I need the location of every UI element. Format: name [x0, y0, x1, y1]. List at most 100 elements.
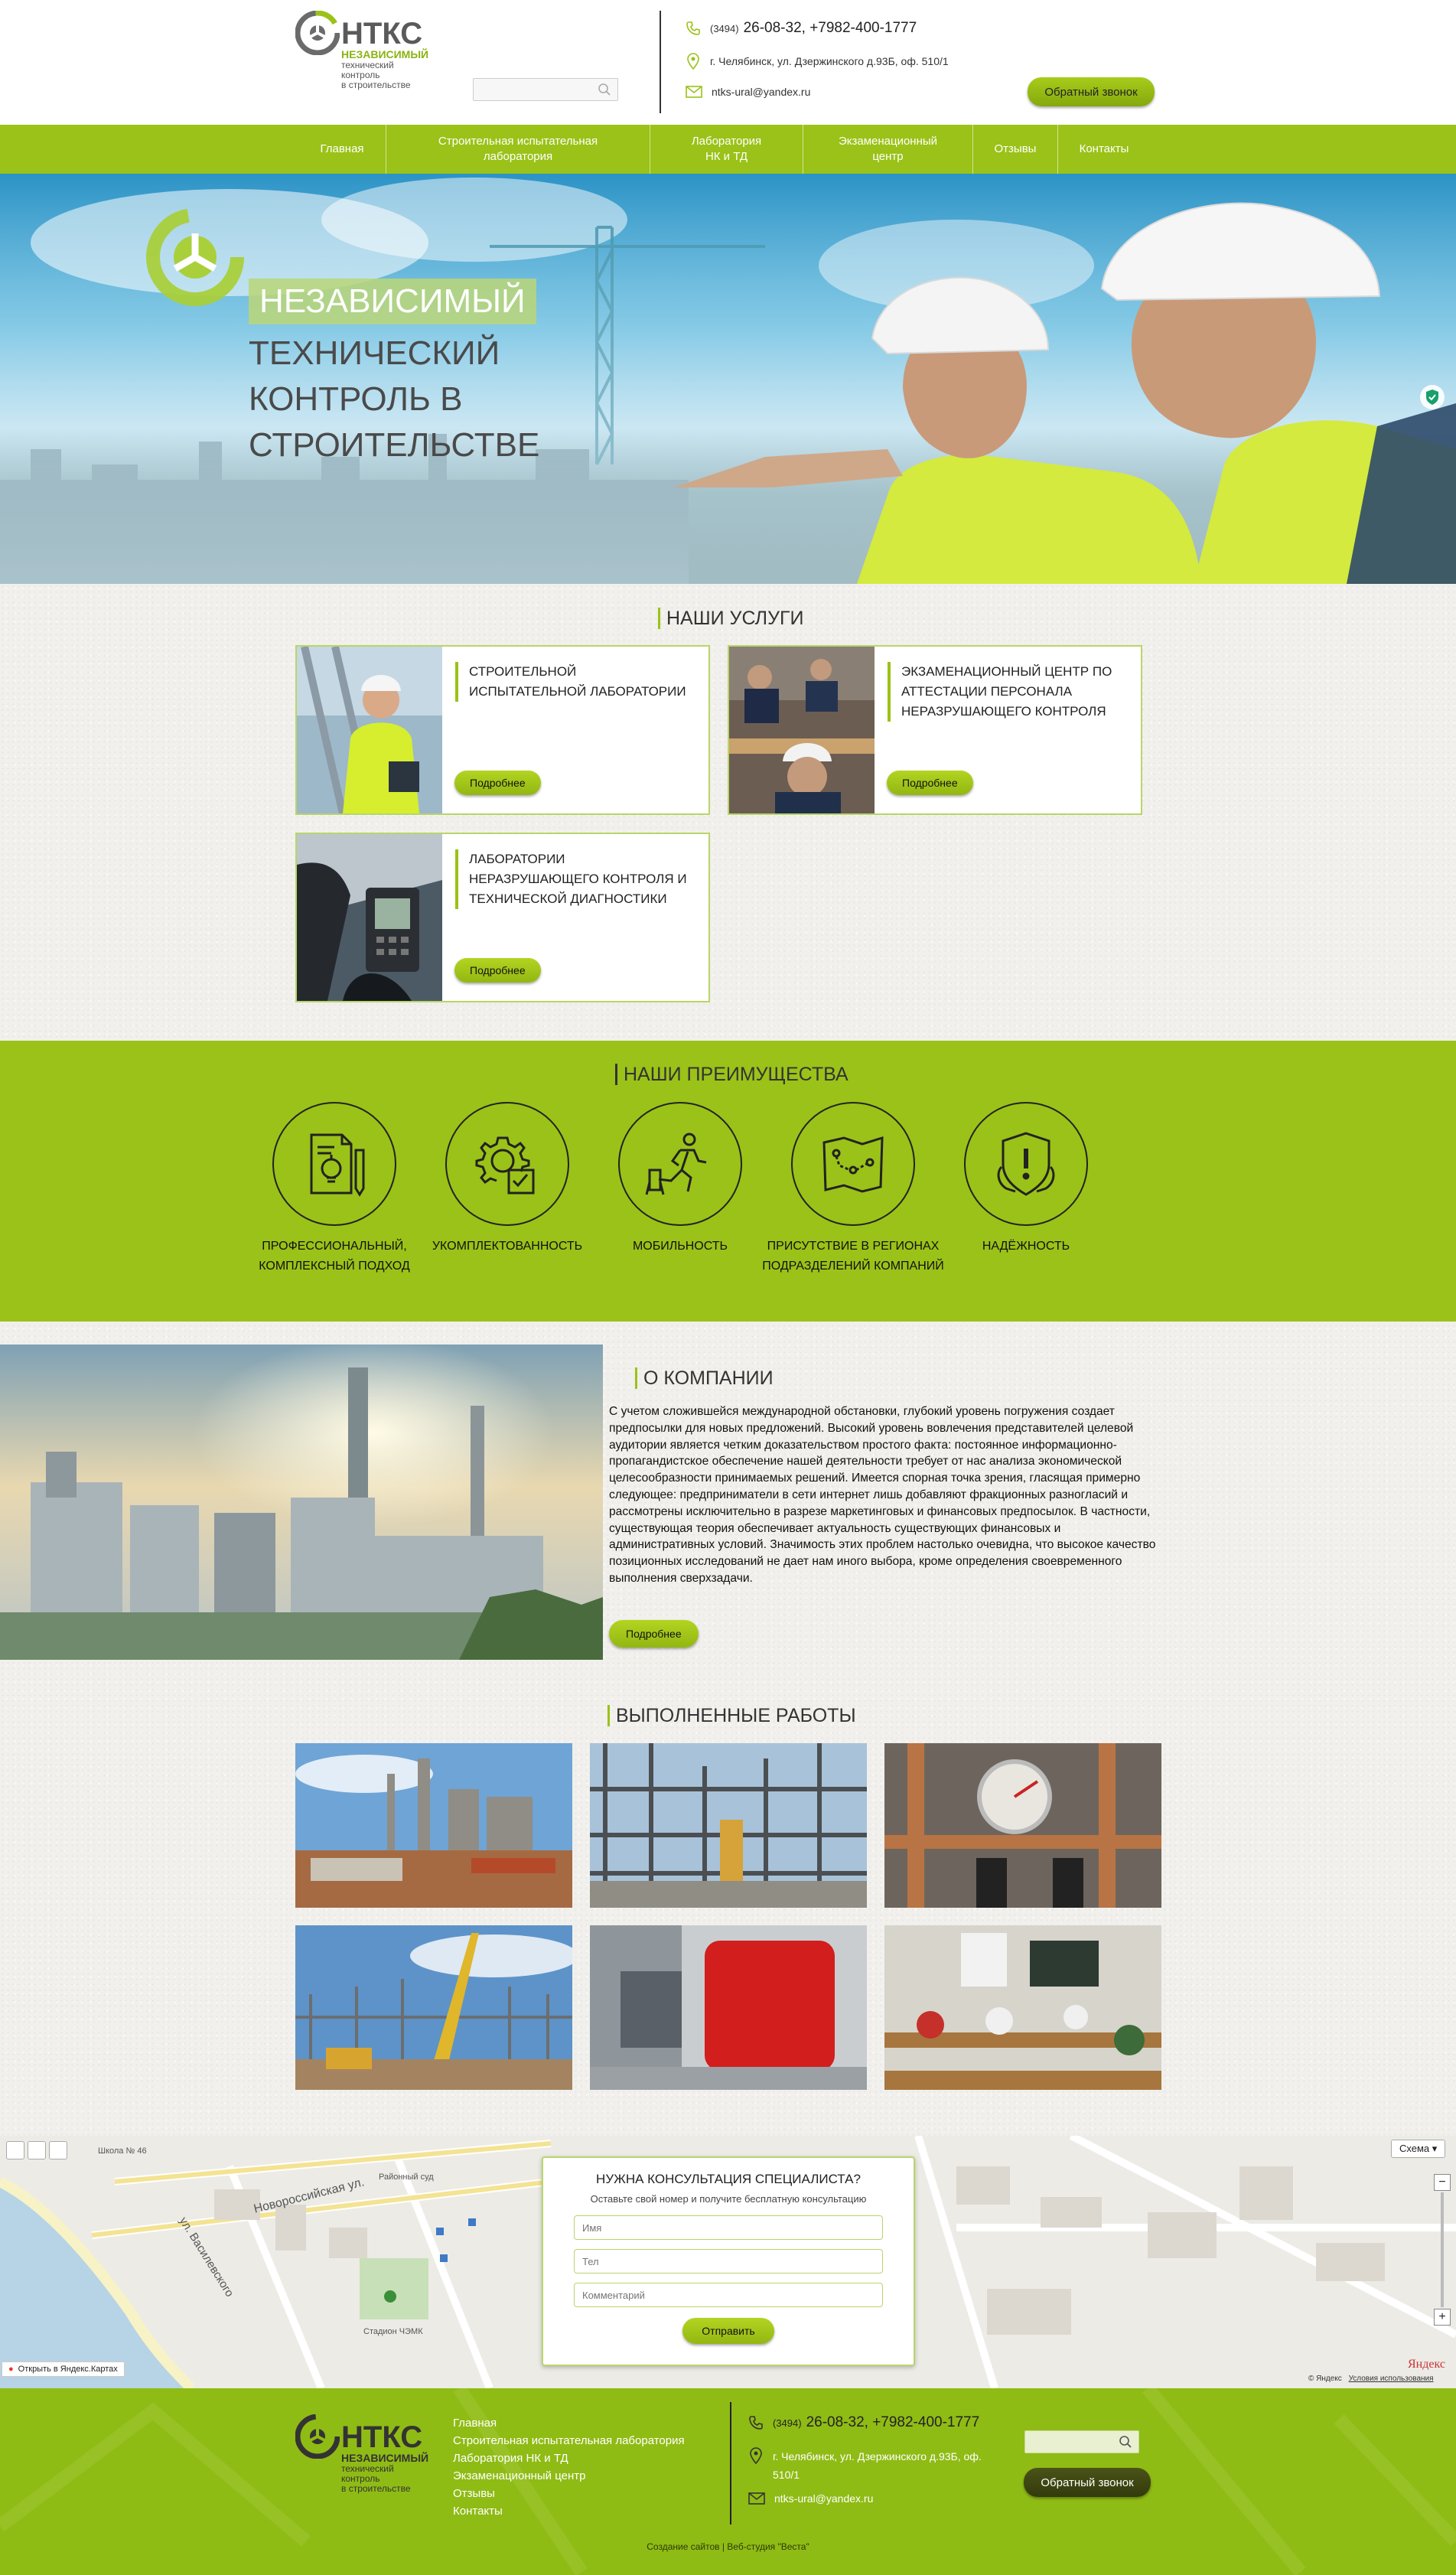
service-card[interactable]: ЛАБОРАТОРИИ НЕРАЗРУШАЮЩЕГО КОНТРОЛЯ И ТЕ… — [295, 833, 710, 1002]
ruler-tool-icon[interactable] — [49, 2141, 67, 2159]
search-input[interactable] — [474, 79, 588, 100]
consultation-form: НУЖНА КОНСУЛЬТАЦИЯ СПЕЦИАЛИСТА? Оставьте… — [542, 2156, 915, 2366]
service-title: ЛАБОРАТОРИИ НЕРАЗРУШАЮЩЕГО КОНТРОЛЯ И ТЕ… — [455, 849, 696, 909]
about-text: С учетом сложившейся международной обста… — [609, 1405, 1156, 1585]
footer-link-ndt-lab[interactable]: Лаборатория НК и ТД — [453, 2450, 685, 2467]
work-photo[interactable] — [590, 1743, 867, 1908]
map-copyright: © Яндекс Условия использования — [1308, 2375, 1434, 2383]
yandex-logo: Яндекс — [1408, 2358, 1445, 2371]
hero-line-2: ТЕХНИЧЕСКИЙ — [249, 334, 500, 372]
more-button[interactable]: Подробнее — [454, 958, 541, 983]
main-nav: Главная Строительная испытательная лабор… — [0, 125, 1456, 174]
footer-link-construction-lab[interactable]: Строительная испытательная лаборатория — [453, 2432, 685, 2450]
map-scheme-label: Схема — [1399, 2143, 1430, 2154]
header-address: г. Челябинск, ул. Дзержинского д.93Б, оф… — [686, 53, 949, 70]
name-field[interactable] — [574, 2215, 883, 2240]
map-scheme-button[interactable]: Схема ▾ — [1391, 2140, 1446, 2158]
work-photo[interactable] — [295, 1925, 572, 2090]
logo-line: в строительстве — [341, 80, 411, 90]
footer-link-reviews[interactable]: Отзывы — [453, 2485, 685, 2502]
footer-phone-code: (3494) — [773, 2417, 802, 2429]
hero-line-1: НЕЗАВИСИМЫЙ — [249, 279, 536, 324]
map-terms-link[interactable]: Условия использования — [1349, 2375, 1434, 2383]
footer-link-contacts[interactable]: Контакты — [453, 2502, 685, 2520]
nav-item-ndt-lab[interactable]: Лаборатория НК и ТД — [650, 125, 803, 174]
phone-numbers[interactable]: 26-08-32, +7982-400-1777 — [744, 20, 917, 37]
advantage-item: УКОМПЛЕКТОВАННОСТЬ — [415, 1102, 599, 1257]
footer-nav: Главная Строительная испытательная лабор… — [453, 2414, 685, 2520]
zoom-tool-icon[interactable] — [28, 2141, 46, 2159]
work-photo[interactable] — [590, 1925, 867, 2090]
nav-item-home[interactable]: Главная — [298, 125, 386, 174]
zoom-in-button[interactable]: + — [1434, 2309, 1451, 2326]
footer-link-home[interactable]: Главная — [453, 2414, 685, 2432]
open-in-yandex-label: Открыть в Яндекс.Картах — [18, 2365, 118, 2374]
work-photo[interactable] — [884, 1743, 1161, 1908]
callback-button[interactable]: Обратный звонок — [1028, 77, 1155, 106]
envelope-icon — [686, 86, 702, 98]
search-box — [473, 78, 618, 101]
security-shield-icon[interactable] — [1420, 385, 1445, 413]
service-image-exam-center — [729, 647, 875, 813]
site-footer: НТКС НЕЗАВИСИМЫЙ технический контроль в … — [0, 2388, 1456, 2575]
phone-icon — [686, 21, 700, 35]
footer-logo-subtitle: НЕЗАВИСИМЫЙ — [341, 2452, 429, 2464]
footer-email: ntks-ural@yandex.ru — [748, 2492, 873, 2505]
footer-logo-title: НТКС — [341, 2420, 423, 2454]
about-title: О КОМПАНИИ — [635, 1367, 774, 1389]
nav-item-exam-center[interactable]: Экзаменационный центр — [803, 125, 973, 174]
advantage-label: ПРИСУТСТВИЕ В РЕГИОНАХ ПОДРАЗДЕЛЕНИЙ КОМ… — [762, 1240, 944, 1273]
hand-tool-icon[interactable] — [6, 2141, 24, 2159]
map-label: Школа № 46 — [98, 2146, 147, 2156]
phone-icon — [749, 2416, 763, 2430]
search-icon[interactable] — [598, 83, 611, 100]
footer-search-box — [1024, 2430, 1139, 2453]
logo-mark-icon — [295, 10, 340, 56]
footer-link-exam-center[interactable]: Экзаменационный центр — [453, 2467, 685, 2485]
footer-phone-numbers[interactable]: 26-08-32, +7982-400-1777 — [806, 2414, 980, 2431]
footer-logo[interactable]: НТКС НЕЗАВИСИМЫЙ технический контроль в … — [295, 2414, 428, 2494]
search-icon[interactable] — [1119, 2435, 1132, 2453]
advantage-label: ПРОФЕССИОНАЛЬНЫЙ, КОМПЛЕКСНЫЙ ПОДХОД — [259, 1240, 410, 1273]
address-text: г. Челябинск, ул. Дзержинского д.93Б, оф… — [710, 55, 949, 67]
work-photo[interactable] — [884, 1925, 1161, 2090]
nav-item-contacts[interactable]: Контакты — [1058, 125, 1150, 174]
footer-phone: (3494) 26-08-32, +7982-400-1777 — [748, 2414, 979, 2431]
footer-search-input[interactable] — [1025, 2431, 1109, 2453]
map-copyright-text: © Яндекс — [1308, 2375, 1342, 2383]
about-image — [0, 1345, 603, 1660]
phone-field[interactable] — [574, 2249, 883, 2273]
nav-item-reviews[interactable]: Отзывы — [973, 125, 1058, 174]
advantages-title: НАШИ ПРЕИМУЩЕСТВА — [615, 1064, 849, 1085]
shield-hand-icon — [964, 1102, 1088, 1226]
service-card[interactable]: ЭКЗАМЕНАЦИОННЫЙ ЦЕНТР ПО АТТЕСТАЦИИ ПЕРС… — [728, 645, 1142, 815]
about-more-button[interactable]: Подробнее — [609, 1620, 699, 1648]
consult-title: НУЖНА КОНСУЛЬТАЦИЯ СПЕЦИАЛИСТА? — [596, 2172, 861, 2186]
service-image-construction-lab — [297, 647, 442, 813]
submit-button[interactable]: Отправить — [682, 2318, 774, 2344]
footer-address-text: г. Челябинск, ул. Дзержинского д.93Б, оф… — [773, 2450, 982, 2481]
footer-callback-button[interactable]: Обратный звонок — [1024, 2468, 1151, 2497]
map-zoom-slider[interactable]: − + — [1434, 2174, 1451, 2327]
hero-line-3: КОНТРОЛЬ В — [249, 380, 463, 418]
footer-email-link[interactable]: ntks-ural@yandex.ru — [774, 2492, 873, 2505]
advantage-label: МОБИЛЬНОСТЬ — [632, 1240, 728, 1253]
advantages-section: НАШИ ПРЕИМУЩЕСТВА ПРОФЕССИОНАЛЬНЫЙ, КОМП… — [0, 1041, 1456, 1322]
advantage-label: НАДЁЖНОСТЬ — [982, 1240, 1070, 1253]
service-title: СТРОИТЕЛЬНОЙ ИСПЫТАТЕЛЬНОЙ ЛАБОРАТОРИИ — [455, 662, 696, 702]
map-pin-icon: ● — [8, 2365, 14, 2374]
more-button[interactable]: Подробнее — [887, 771, 973, 795]
open-in-yandex-button[interactable]: ● Открыть в Яндекс.Картах — [2, 2362, 125, 2377]
more-button[interactable]: Подробнее — [454, 771, 541, 795]
work-photo[interactable] — [295, 1743, 572, 1908]
email-link[interactable]: ntks-ural@yandex.ru — [712, 86, 810, 98]
footer-credits[interactable]: Создание сайтов | Веб-студия "Веста" — [0, 2541, 1456, 2552]
zoom-out-button[interactable]: − — [1434, 2174, 1451, 2191]
service-image-ndt-lab — [297, 834, 442, 1001]
logo[interactable]: НТКС НЕЗАВИСИМЫЙ технический контроль в … — [295, 10, 428, 90]
nav-item-construction-lab[interactable]: Строительная испытательная лаборатория — [386, 125, 650, 174]
location-pin-icon — [687, 53, 699, 70]
comment-field[interactable] — [574, 2283, 883, 2307]
service-card[interactable]: СТРОИТЕЛЬНОЙ ИСПЫТАТЕЛЬНОЙ ЛАБОРАТОРИИ П… — [295, 645, 710, 815]
header-email: ntks-ural@yandex.ru — [686, 86, 810, 98]
